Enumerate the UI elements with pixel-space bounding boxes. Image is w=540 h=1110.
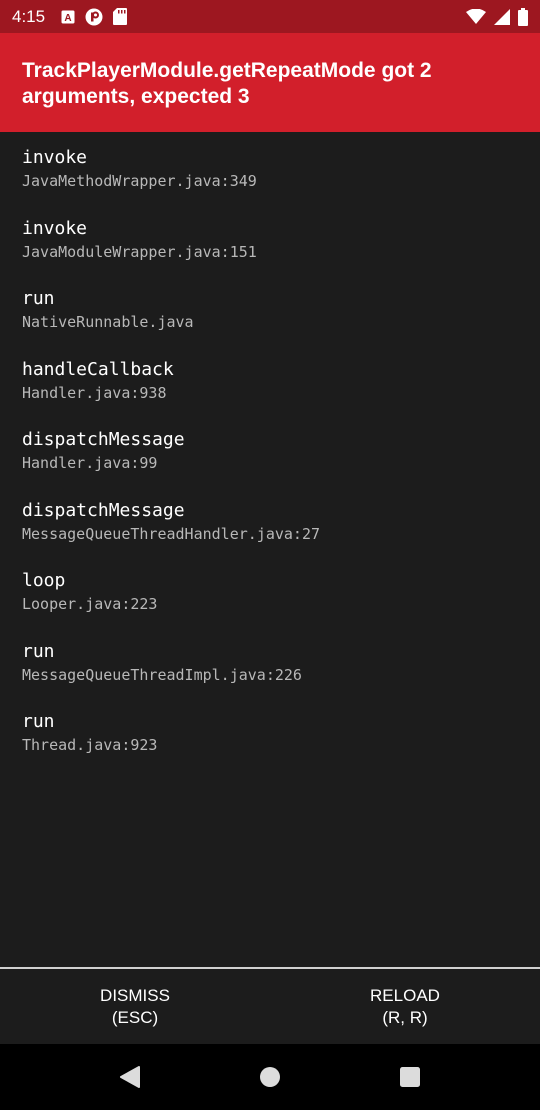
status-time: 4:15 xyxy=(12,6,46,26)
frame-method: invoke xyxy=(22,217,88,239)
stack-frame[interactable]: invoke JavaModuleWrapper.java:151 xyxy=(0,217,540,288)
stack-frame[interactable]: invoke JavaMethodWrapper.java:349 xyxy=(0,146,540,217)
reload-button[interactable]: RELOAD (R, R) xyxy=(270,969,540,1044)
frame-file: Handler.java:99 xyxy=(22,454,158,472)
stack-frame[interactable]: run Thread.java:923 xyxy=(0,710,540,781)
frame-file: MessageQueueThreadHandler.java:27 xyxy=(22,524,321,543)
svg-text:A: A xyxy=(64,13,71,24)
frame-method: run xyxy=(22,288,55,309)
frame-file: JavaMethodWrapper.java:349 xyxy=(22,172,257,190)
frame-method: run xyxy=(22,711,55,732)
frame-method: loop xyxy=(22,570,66,591)
stack-frame[interactable]: dispatchMessage MessageQueueThreadHandle… xyxy=(0,499,540,570)
stack-frame[interactable]: run MessageQueueThreadImpl.java:226 xyxy=(0,640,540,711)
reload-shortcut: (R, R) xyxy=(382,1007,428,1027)
frame-method: handleCallback xyxy=(22,358,174,380)
sd-card-icon xyxy=(113,8,128,25)
error-header: TrackPlayerModule.getRepeatMode got 2 ar… xyxy=(0,33,540,132)
frame-file: Thread.java:923 xyxy=(22,736,158,754)
frame-file: JavaModuleWrapper.java:151 xyxy=(22,242,257,261)
reload-label: RELOAD xyxy=(370,985,440,1005)
pocket-icon xyxy=(85,8,103,26)
dismiss-button[interactable]: DISMISS (ESC) xyxy=(0,969,270,1044)
frame-file: Looper.java:223 xyxy=(22,595,158,613)
stack-frame[interactable]: dispatchMessage Handler.java:99 xyxy=(0,428,540,499)
frame-method: dispatchMessage xyxy=(22,499,185,521)
stack-frame[interactable]: run NativeRunnable.java xyxy=(0,287,540,358)
dismiss-shortcut: (ESC) xyxy=(111,1007,159,1027)
navigation-bar xyxy=(0,1044,540,1110)
back-triangle-icon[interactable] xyxy=(110,1057,150,1097)
frame-method: run xyxy=(22,640,55,662)
battery-icon xyxy=(518,7,528,26)
frame-file: MessageQueueThreadImpl.java:226 xyxy=(22,665,302,684)
wifi-icon xyxy=(466,8,486,25)
status-bar: 4:15 A xyxy=(0,0,540,33)
recents-square-icon[interactable] xyxy=(390,1057,430,1097)
frame-method: invoke xyxy=(22,147,88,168)
stack-frame[interactable]: loop Looper.java:223 xyxy=(0,569,540,640)
frame-method: dispatchMessage xyxy=(22,429,185,450)
notification-icons: A xyxy=(61,8,128,26)
system-status-icons xyxy=(466,7,528,26)
dismiss-label: DISMISS xyxy=(100,985,170,1005)
stack-trace-list[interactable]: invoke JavaMethodWrapper.java:349 invoke… xyxy=(0,132,540,967)
stack-frame[interactable]: handleCallback Handler.java:938 xyxy=(0,358,540,429)
a-box-icon: A xyxy=(61,10,75,24)
frame-file: NativeRunnable.java xyxy=(22,313,194,331)
home-circle-icon[interactable] xyxy=(250,1057,290,1097)
signal-icon xyxy=(494,8,510,25)
frame-file: Handler.java:938 xyxy=(22,383,167,402)
error-title: TrackPlayerModule.getRepeatMode got 2 ar… xyxy=(22,59,432,108)
redbox-footer: DISMISS (ESC) RELOAD (R, R) xyxy=(0,967,540,1044)
